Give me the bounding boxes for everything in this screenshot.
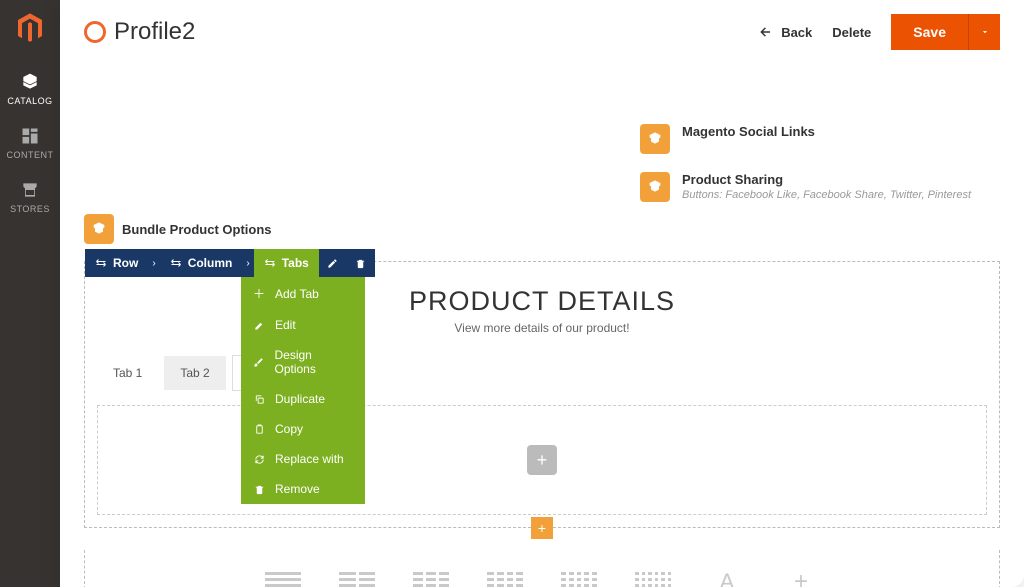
section-subtitle: View more details of our product! xyxy=(85,321,999,335)
menu-label: Copy xyxy=(275,422,303,436)
tab[interactable]: Tab 2 xyxy=(164,356,225,390)
main-panel: Profile2 Back Delete Save xyxy=(60,0,1024,587)
menu-copy[interactable]: Copy xyxy=(241,414,365,444)
save-button[interactable]: Save xyxy=(891,14,968,50)
menu-remove[interactable]: Remove xyxy=(241,474,365,504)
nav-catalog[interactable]: CATALOG xyxy=(0,62,60,116)
section-title: PRODUCT DETAILS xyxy=(85,286,999,317)
widget-item[interactable]: Product Sharing Buttons: Facebook Like, … xyxy=(640,172,1000,202)
menu-label: Edit xyxy=(275,318,296,332)
tab[interactable]: Tab 1 xyxy=(97,356,158,390)
widget-list: Magento Social Links Product Sharing But… xyxy=(640,124,1000,220)
element-breadcrumb: Row › Column › Tabs xyxy=(85,249,375,277)
pencil-icon xyxy=(253,320,265,331)
layout-2col[interactable] xyxy=(339,570,375,587)
clipboard-icon xyxy=(253,424,265,435)
breadcrumb-row[interactable]: Row xyxy=(85,249,148,277)
breadcrumb-column-label: Column xyxy=(188,256,233,270)
layout-6col[interactable] xyxy=(635,570,671,587)
plus-icon: ＋ xyxy=(253,285,265,302)
menu-label: Duplicate xyxy=(275,392,325,406)
widget-item[interactable]: Magento Social Links xyxy=(640,124,1000,154)
magento-logo xyxy=(14,12,46,44)
layout-text[interactable]: A xyxy=(709,570,745,587)
widget-title: Magento Social Links xyxy=(682,124,815,139)
trash-icon[interactable] xyxy=(347,249,375,277)
content-area: Magento Social Links Product Sharing But… xyxy=(60,64,1024,587)
tabs-context-menu: ＋ Add Tab Edit xyxy=(241,277,365,504)
nav-content[interactable]: CONTENT xyxy=(0,116,60,170)
nav-label: CONTENT xyxy=(7,150,54,160)
nav-stores[interactable]: STORES xyxy=(0,170,60,224)
cube-icon xyxy=(640,124,670,154)
insert-row-button[interactable]: + xyxy=(531,517,553,539)
nav-label: CATALOG xyxy=(7,96,52,106)
breadcrumb-tabs-label: Tabs xyxy=(282,256,309,270)
back-button[interactable]: Back xyxy=(759,25,812,40)
bundle-label: Bundle Product Options xyxy=(122,222,272,237)
menu-design-options[interactable]: Design Options xyxy=(241,340,365,384)
menu-label: Replace with xyxy=(275,452,344,466)
delete-label: Delete xyxy=(832,25,871,40)
menu-label: Design Options xyxy=(274,348,353,376)
menu-label: Add Tab xyxy=(275,287,319,301)
layout-5col[interactable] xyxy=(561,570,597,587)
save-dropdown-toggle[interactable] xyxy=(968,14,1000,50)
builder-area: Row › Column › Tabs xyxy=(84,261,1000,528)
topbar: Profile2 Back Delete Save xyxy=(60,0,1024,64)
widget-title: Product Sharing xyxy=(682,172,971,187)
layout-3col[interactable] xyxy=(413,570,449,587)
copy-icon xyxy=(253,394,265,405)
layout-4col[interactable] xyxy=(487,570,523,587)
refresh-icon xyxy=(253,454,265,465)
tabs-row: Tab 1 Tab 2 + xyxy=(85,355,999,405)
left-sidebar: CATALOG CONTENT STORES xyxy=(0,0,60,587)
chevron-right-icon: › xyxy=(242,249,253,277)
cube-icon xyxy=(84,214,114,244)
breadcrumb-column[interactable]: Column xyxy=(160,249,243,277)
bundle-section: Bundle Product Options Row › Column xyxy=(84,214,1000,587)
breadcrumb-tabs[interactable]: Tabs xyxy=(254,249,319,277)
menu-add-tab[interactable]: ＋ Add Tab xyxy=(241,277,365,310)
content-dropzone[interactable]: + xyxy=(97,405,987,515)
chevron-right-icon: › xyxy=(148,249,159,277)
layout-options: A + xyxy=(84,550,1000,587)
nav-label: STORES xyxy=(10,204,50,214)
widget-desc: Buttons: Facebook Like, Facebook Share, … xyxy=(682,189,971,201)
trash-icon xyxy=(253,484,265,495)
menu-replace-with[interactable]: Replace with xyxy=(241,444,365,474)
menu-label: Remove xyxy=(275,482,320,496)
cube-icon xyxy=(640,172,670,202)
page-title: Profile2 xyxy=(114,18,195,46)
breadcrumb-row-label: Row xyxy=(113,256,138,270)
page-title-icon xyxy=(84,21,106,43)
layout-1col[interactable] xyxy=(265,570,301,587)
brush-icon xyxy=(253,357,264,368)
edit-icon[interactable] xyxy=(319,249,347,277)
back-label: Back xyxy=(781,25,812,40)
layout-add[interactable]: + xyxy=(783,570,819,587)
menu-edit[interactable]: Edit xyxy=(241,310,365,340)
add-element-button[interactable]: + xyxy=(527,445,557,475)
delete-button[interactable]: Delete xyxy=(832,25,871,40)
menu-duplicate[interactable]: Duplicate xyxy=(241,384,365,414)
